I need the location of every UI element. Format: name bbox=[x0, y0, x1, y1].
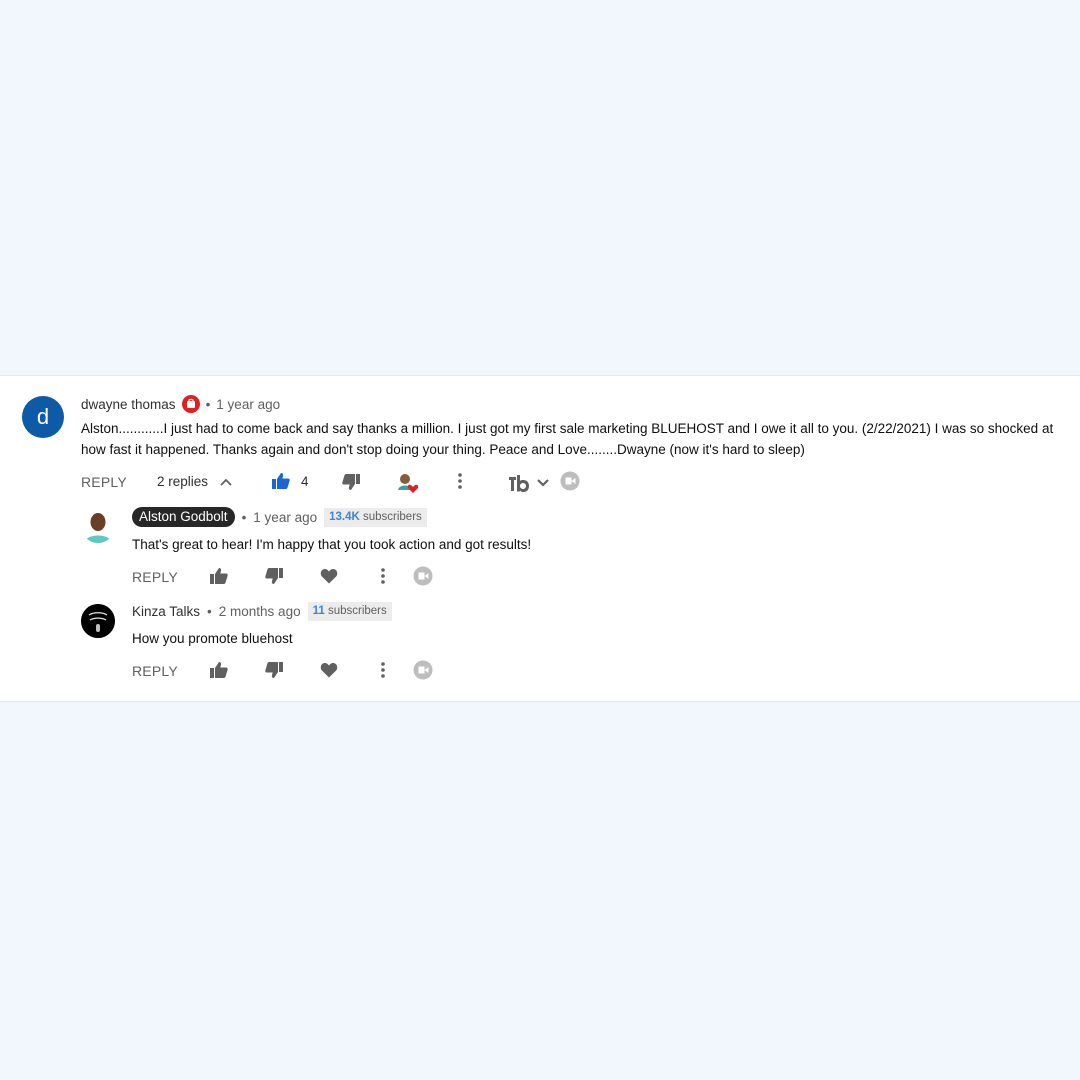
more-vert-icon bbox=[456, 472, 464, 490]
video-reply-button[interactable] bbox=[413, 566, 433, 591]
video-reply-icon bbox=[413, 566, 433, 586]
more-options-button[interactable] bbox=[379, 567, 387, 585]
heart-icon bbox=[320, 662, 338, 678]
like-button[interactable] bbox=[209, 567, 229, 585]
thumbs-down-icon bbox=[264, 567, 284, 585]
subscriber-badge: 13.4K subscribers bbox=[324, 507, 427, 527]
more-vert-icon bbox=[379, 567, 387, 585]
thumbs-down-icon bbox=[264, 661, 284, 679]
reply-button[interactable]: REPLY bbox=[81, 474, 127, 490]
chevron-up-icon bbox=[220, 478, 232, 486]
thumbs-up-icon bbox=[271, 472, 291, 490]
subscriber-label: subscribers bbox=[327, 605, 387, 617]
like-button[interactable]: 4 bbox=[271, 472, 309, 490]
reply-author[interactable]: Alston Godbolt bbox=[132, 507, 235, 527]
chevron-down-icon bbox=[537, 479, 549, 487]
thumbs-up-icon bbox=[209, 661, 229, 679]
separator-dot: • bbox=[205, 396, 211, 412]
replies-count: 2 replies bbox=[157, 474, 209, 489]
subscriber-label: subscribers bbox=[362, 510, 422, 523]
more-options-button[interactable] bbox=[379, 661, 387, 679]
creator-heart[interactable] bbox=[396, 472, 420, 499]
video-reply-button[interactable] bbox=[413, 660, 433, 685]
comment-time[interactable]: 1 year ago bbox=[216, 397, 280, 412]
reply-text: How you promote bluehost bbox=[132, 631, 293, 646]
reply-time[interactable]: 1 year ago bbox=[253, 510, 317, 525]
replies-toggle[interactable]: 2 replies bbox=[157, 474, 232, 489]
subscriber-badge: 11 subscribers bbox=[307, 602, 392, 621]
avatar[interactable] bbox=[81, 509, 115, 543]
avatar[interactable]: d bbox=[22, 396, 64, 438]
creator-heart-icon bbox=[398, 474, 419, 493]
comment-header: dwayne thomas • 1 year ago bbox=[81, 395, 280, 413]
reply-author[interactable]: Kinza Talks bbox=[132, 604, 200, 619]
subscriber-count: 13.4K bbox=[329, 510, 360, 523]
heart-button[interactable] bbox=[320, 568, 338, 584]
reply-header: Kinza Talks • 2 months ago 11 subscriber… bbox=[132, 602, 392, 621]
tubebuddy-icon bbox=[509, 474, 531, 492]
like-button[interactable] bbox=[209, 661, 229, 679]
like-count: 4 bbox=[301, 473, 309, 489]
dislike-button[interactable] bbox=[264, 661, 284, 679]
video-reply-button[interactable] bbox=[560, 471, 580, 496]
separator-dot: • bbox=[241, 509, 247, 525]
tubebuddy-menu-button[interactable] bbox=[509, 474, 549, 492]
video-reply-icon bbox=[560, 471, 580, 491]
subscriber-count: 11 bbox=[312, 605, 325, 617]
heart-button[interactable] bbox=[320, 662, 338, 678]
more-vert-icon bbox=[379, 661, 387, 679]
video-reply-icon bbox=[413, 660, 433, 680]
dislike-button[interactable] bbox=[341, 473, 361, 491]
reply-text: That's great to hear! I'm happy that you… bbox=[132, 537, 532, 552]
comment-text-line: how fast it happened. Thanks again and d… bbox=[81, 442, 805, 457]
comment-text: Alston............I just had to come bac… bbox=[81, 418, 1080, 460]
reply-button[interactable]: REPLY bbox=[132, 663, 178, 679]
comment-text-line: Alston............I just had to come bac… bbox=[81, 421, 1054, 436]
reply-header: Alston Godbolt • 1 year ago 13.4K subscr… bbox=[132, 507, 427, 527]
reply-time[interactable]: 2 months ago bbox=[219, 604, 301, 619]
thumbs-down-icon bbox=[341, 473, 361, 491]
more-options-button[interactable] bbox=[456, 472, 464, 490]
comment-author[interactable]: dwayne thomas bbox=[81, 397, 176, 412]
reply-button[interactable]: REPLY bbox=[132, 569, 178, 585]
avatar[interactable] bbox=[81, 604, 115, 638]
thumbs-up-icon bbox=[209, 567, 229, 585]
heart-icon bbox=[320, 568, 338, 584]
separator-dot: • bbox=[207, 604, 212, 619]
comment-thread: d dwayne thomas • 1 year ago Alston.....… bbox=[0, 375, 1080, 702]
verified-shop-icon bbox=[181, 395, 200, 413]
dislike-button[interactable] bbox=[264, 567, 284, 585]
